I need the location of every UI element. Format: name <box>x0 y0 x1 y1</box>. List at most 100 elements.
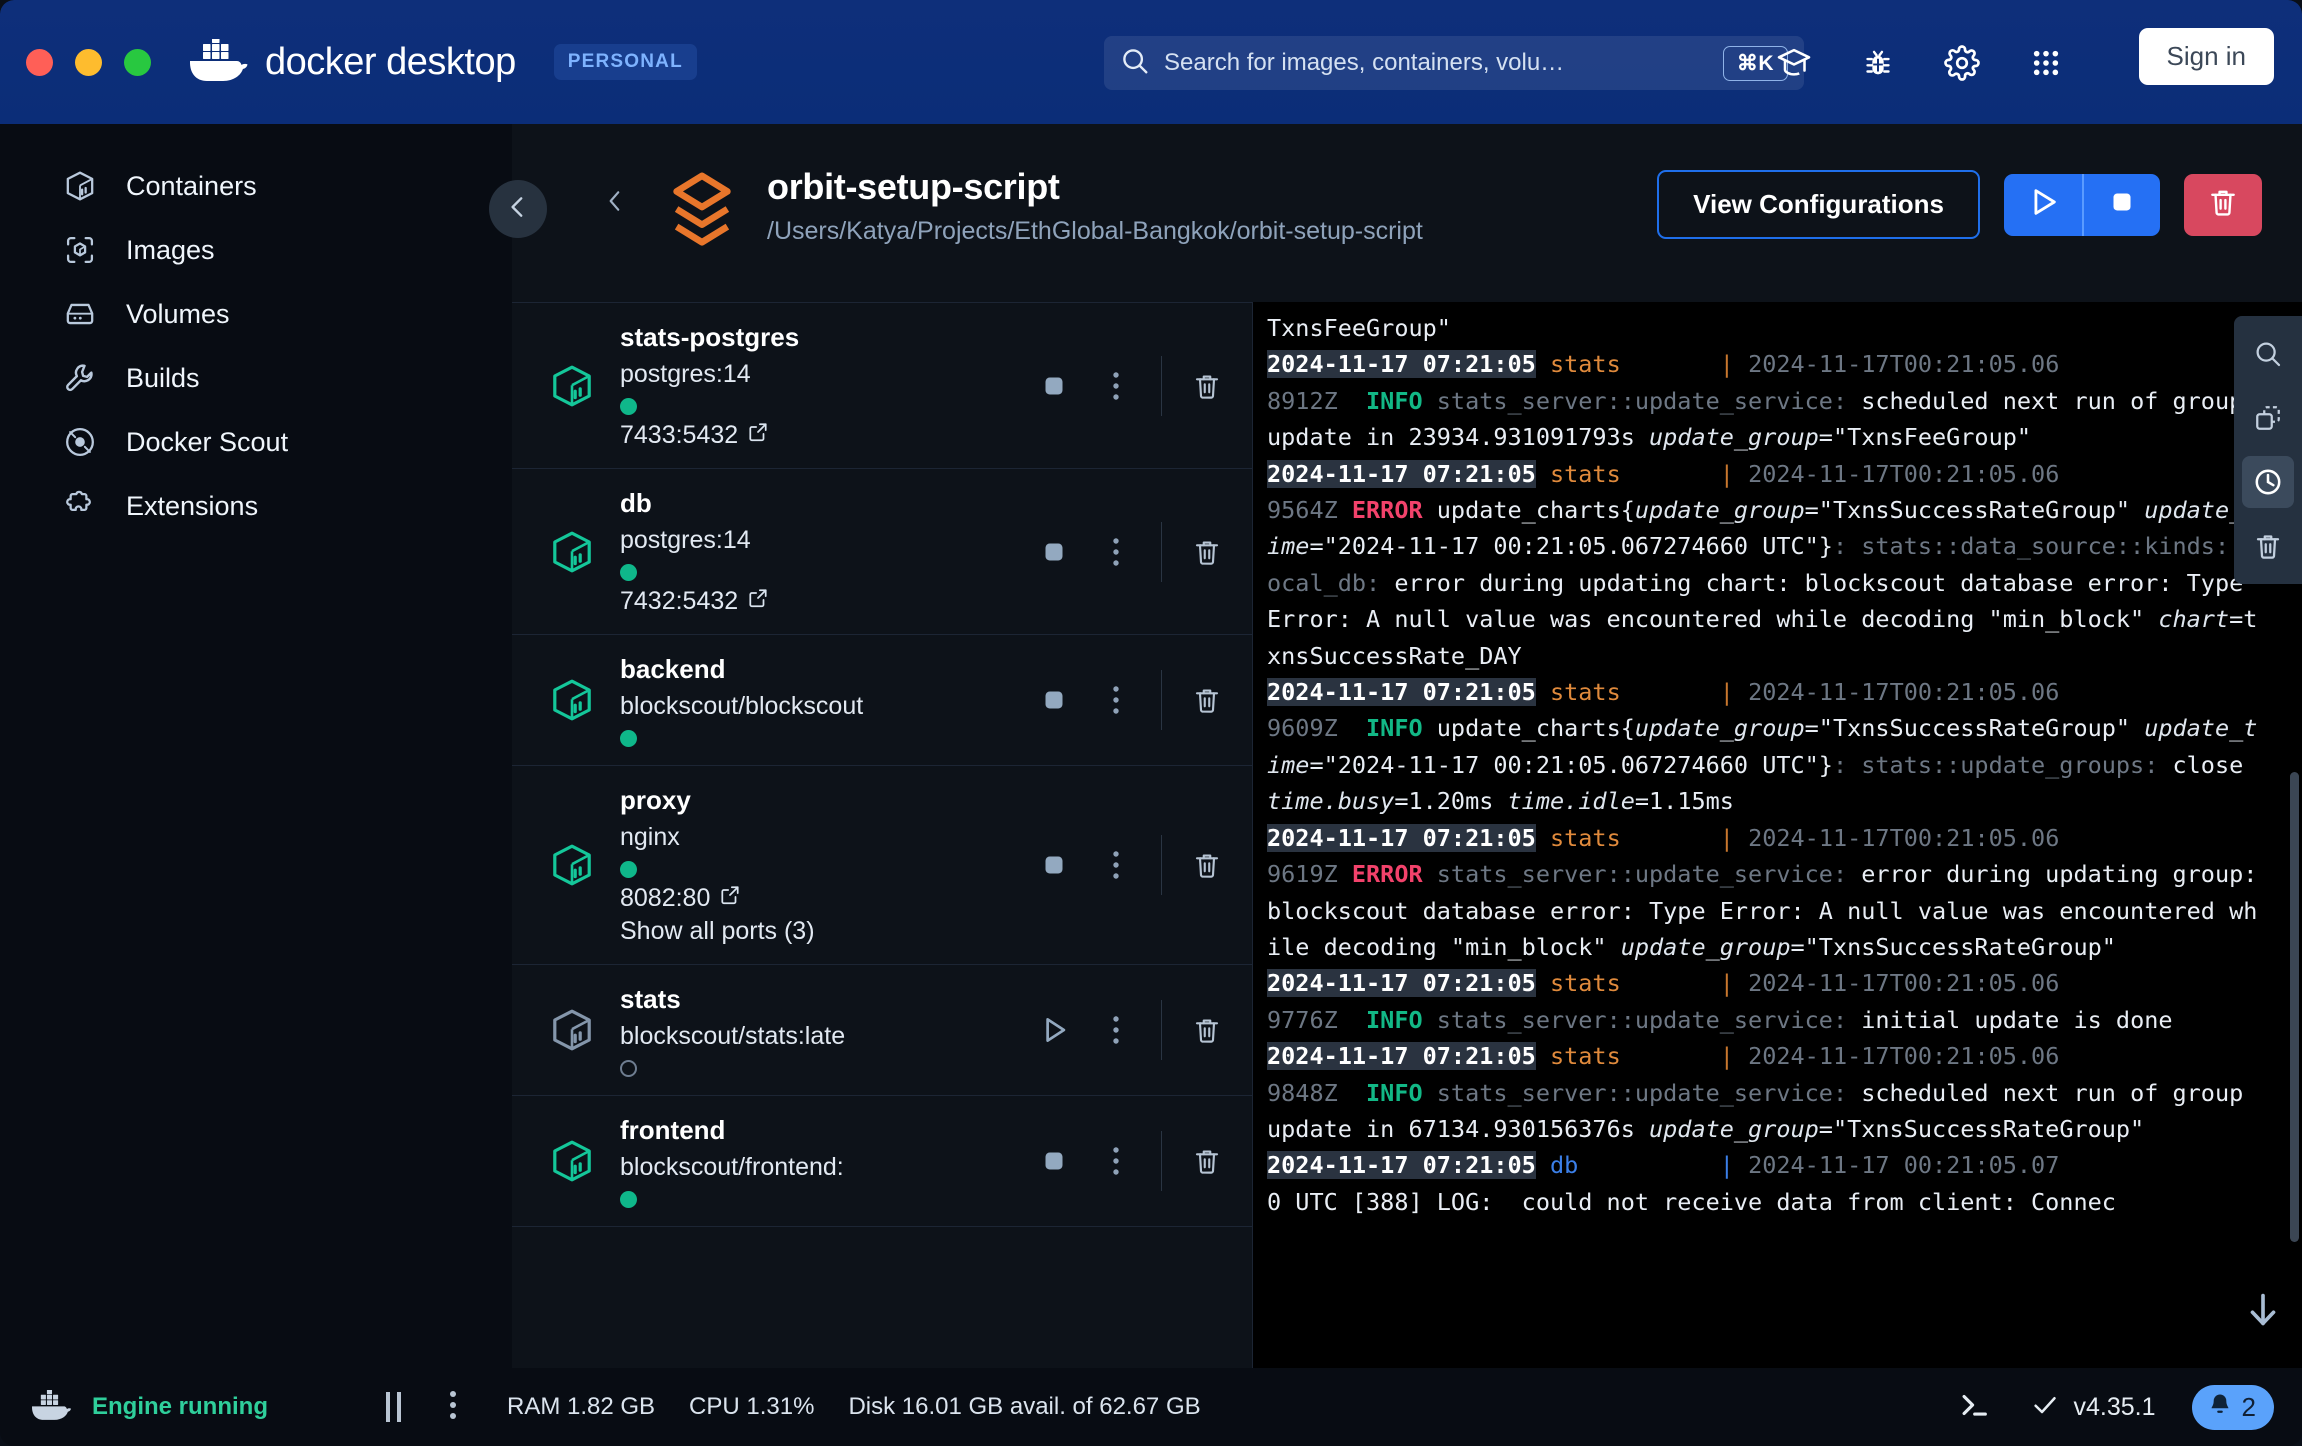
container-delete-button[interactable] <box>1176 1001 1238 1059</box>
container-status-dot <box>620 861 637 878</box>
port-label: 7433:5432 <box>620 421 739 449</box>
bug-icon[interactable] <box>1858 43 1898 83</box>
container-cube-icon <box>548 528 596 576</box>
view-configurations-button[interactable]: View Configurations <box>1657 170 1980 239</box>
container-image: blockscout/stats:late <box>620 1021 846 1050</box>
container-start-button[interactable] <box>1023 1001 1085 1059</box>
log-copy-icon[interactable] <box>2242 392 2294 444</box>
page-actions: View Configurations <box>1657 170 2262 239</box>
title-bar: docker desktop PERSONAL ⌘K <box>0 0 2302 124</box>
apps-grid-icon[interactable] <box>2026 43 2066 83</box>
container-more-menu-button[interactable] <box>1085 1001 1147 1059</box>
sign-in-button[interactable]: Sign in <box>2138 28 2274 85</box>
container-delete-button[interactable] <box>1176 671 1238 729</box>
container-stop-button[interactable] <box>1023 836 1085 894</box>
container-delete-button[interactable] <box>1176 523 1238 581</box>
sidebar-label: Images <box>126 234 215 265</box>
container-port[interactable]: 8082:80 <box>620 884 1023 913</box>
container-delete-button[interactable] <box>1176 1132 1238 1190</box>
brand-name: docker desktop <box>265 40 516 83</box>
container-cube-icon <box>548 362 596 410</box>
container-row[interactable]: db postgres:14 7432:5432 <box>512 469 1252 635</box>
collapse-sidebar-button[interactable] <box>489 180 547 238</box>
open-in-browser-icon[interactable] <box>747 587 769 616</box>
container-row[interactable]: backend blockscout/blockscout <box>512 635 1252 766</box>
container-name: backend <box>620 654 726 684</box>
log-timestamps-icon[interactable] <box>2242 456 2294 508</box>
sidebar-item-builds[interactable]: Builds <box>0 346 512 410</box>
sidebar-item-containers[interactable]: Containers <box>0 154 512 218</box>
container-more-menu-button[interactable] <box>1085 1132 1147 1190</box>
search-icon <box>1120 46 1150 81</box>
notifications-button[interactable]: 2 <box>2191 1384 2274 1430</box>
container-image: nginx <box>620 822 680 851</box>
global-search[interactable]: ⌘K <box>1104 36 1804 90</box>
container-name: stats <box>620 984 681 1014</box>
learning-center-icon[interactable] <box>1774 43 1814 83</box>
container-meta: frontend blockscout/frontend: <box>620 1114 1023 1208</box>
maximize-window-button[interactable] <box>124 48 151 76</box>
action-divider <box>1161 1131 1162 1191</box>
container-cube-icon <box>548 1006 596 1054</box>
delete-button[interactable] <box>2184 173 2262 236</box>
container-status-dot <box>620 564 637 581</box>
open-in-browser-icon[interactable] <box>719 884 741 913</box>
run-controls <box>2004 173 2160 236</box>
container-row[interactable]: stats blockscout/stats:late <box>512 965 1252 1096</box>
scout-icon <box>62 424 98 460</box>
version-status[interactable]: v4.35.1 <box>2030 1390 2156 1425</box>
container-port[interactable]: 7432:5432 <box>620 587 1023 616</box>
container-status-dot <box>620 1060 637 1077</box>
container-more-menu-button[interactable] <box>1085 357 1147 415</box>
engine-status-label: Engine running <box>92 1393 268 1420</box>
log-panel[interactable]: TxnsFeeGroup" 2024-11-17 07:21:05 stats … <box>1252 302 2302 1368</box>
container-stop-button[interactable] <box>1023 523 1085 581</box>
container-stop-button[interactable] <box>1023 671 1085 729</box>
chevron-left-icon <box>505 194 531 225</box>
terminal-icon[interactable] <box>1954 1388 1994 1427</box>
port-label: 8082:80 <box>620 884 711 912</box>
container-image: blockscout/blockscout <box>620 691 864 720</box>
sidebar-item-extensions[interactable]: Extensions <box>0 474 512 538</box>
container-stop-button[interactable] <box>1023 357 1085 415</box>
container-more-menu-button[interactable] <box>1085 523 1147 581</box>
port-label: 7432:5432 <box>620 587 739 615</box>
container-delete-button[interactable] <box>1176 357 1238 415</box>
sidebar-item-images[interactable]: Images <box>0 218 512 282</box>
container-more-menu-button[interactable] <box>1085 836 1147 894</box>
docker-whale-logo-icon <box>187 36 249 85</box>
start-button[interactable] <box>2004 173 2082 236</box>
log-scrollbar[interactable] <box>2290 772 2299 1242</box>
gear-icon[interactable] <box>1942 43 1982 83</box>
container-actions <box>1023 1000 1252 1060</box>
action-divider <box>1161 835 1162 895</box>
compose-stack-icon <box>662 170 742 252</box>
container-stop-button[interactable] <box>1023 1132 1085 1190</box>
container-cube-icon <box>62 168 98 204</box>
brand: docker desktop PERSONAL <box>187 36 697 85</box>
search-input[interactable] <box>1164 49 1723 77</box>
back-button[interactable] <box>602 186 628 221</box>
engine-menu-button[interactable] <box>449 1388 457 1427</box>
container-status-dot <box>620 1191 637 1208</box>
log-output: TxnsFeeGroup" 2024-11-17 07:21:05 stats … <box>1267 314 2272 1216</box>
close-window-button[interactable] <box>26 48 53 76</box>
container-row[interactable]: proxy nginx 8082:80 Show all ports (3) <box>512 766 1252 965</box>
log-search-icon[interactable] <box>2242 328 2294 380</box>
container-meta: proxy nginx 8082:80 Show all ports (3) <box>620 784 1023 946</box>
show-all-ports-link[interactable]: Show all ports (3) <box>620 917 1023 946</box>
sidebar-item-volumes[interactable]: Volumes <box>0 282 512 346</box>
container-actions <box>1023 670 1252 730</box>
sidebar-item-docker-scout[interactable]: Docker Scout <box>0 410 512 474</box>
container-row[interactable]: stats-postgres postgres:14 7433:5432 <box>512 303 1252 469</box>
open-in-browser-icon[interactable] <box>747 421 769 450</box>
container-delete-button[interactable] <box>1176 836 1238 894</box>
minimize-window-button[interactable] <box>75 48 102 76</box>
container-more-menu-button[interactable] <box>1085 671 1147 729</box>
pause-engine-button[interactable] <box>385 1392 401 1422</box>
scroll-to-bottom-button[interactable] <box>2240 1287 2286 1338</box>
container-row[interactable]: frontend blockscout/frontend: <box>512 1096 1252 1227</box>
container-port[interactable]: 7433:5432 <box>620 421 1023 450</box>
log-clear-icon[interactable] <box>2242 520 2294 572</box>
stop-button[interactable] <box>2082 173 2160 236</box>
